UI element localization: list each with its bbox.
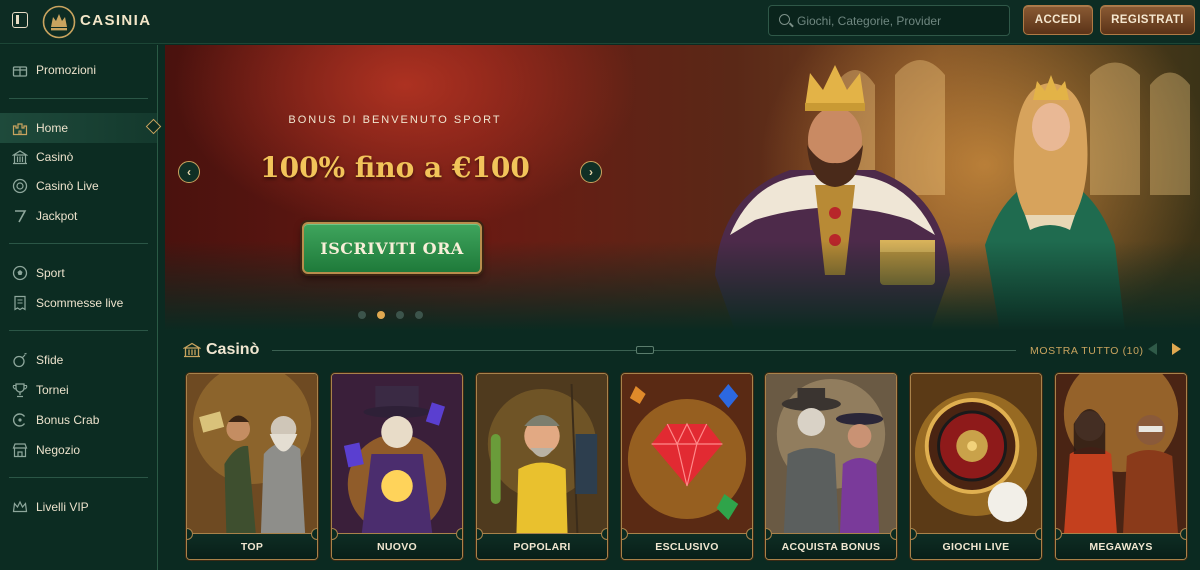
casino-building-icon xyxy=(183,342,201,358)
signup-cta-button[interactable]: ISCRIVITI ORA xyxy=(302,222,482,274)
search-input[interactable] xyxy=(797,12,1002,30)
magician-art xyxy=(332,374,462,535)
castle-icon xyxy=(12,123,28,136)
hero-next-arrow-icon[interactable]: › xyxy=(580,161,602,183)
category-tile-top[interactable]: TOP xyxy=(186,373,318,560)
sidebar-item-label: Scommesse live xyxy=(36,296,124,310)
tile-label: TOP xyxy=(187,528,317,559)
tile-label: MEGAWAYS xyxy=(1056,528,1186,559)
soccer-ball-icon xyxy=(12,265,28,281)
sidebar-item-livelli-vip[interactable]: Livelli VIP xyxy=(0,492,157,522)
sidebar-item-tornei[interactable]: Tornei xyxy=(0,375,157,405)
sidebar-item-label: Livelli VIP xyxy=(36,500,89,514)
sidebar-item-sport[interactable]: Sport xyxy=(0,258,157,288)
sidebar-item-label: Home xyxy=(36,121,69,135)
sidebar-item-label: Bonus Crab xyxy=(36,413,100,427)
slot-seven-icon xyxy=(15,210,27,223)
search-box[interactable] xyxy=(768,5,1010,36)
sidebar-item-promozioni[interactable]: Promozioni xyxy=(0,55,157,85)
sidebar-item-casino-live[interactable]: Casinò Live xyxy=(0,171,157,201)
fisherman-art xyxy=(477,374,607,535)
megaways-characters-art xyxy=(1056,374,1186,535)
category-tile-esclusivo[interactable]: ESCLUSIVO xyxy=(621,373,753,560)
challenge-bomb-icon xyxy=(13,352,27,368)
sidebar-item-label: Jackpot xyxy=(36,209,78,223)
tile-label: ESCLUSIVO xyxy=(622,528,752,559)
crab-claw-icon xyxy=(13,413,26,427)
tile-label: POPOLARI xyxy=(477,528,607,559)
section-divider-ornament xyxy=(636,346,654,354)
carousel-dot[interactable] xyxy=(358,311,366,319)
sidebar-item-label: Sport xyxy=(36,266,65,280)
sidebar-item-home[interactable]: Home xyxy=(0,113,157,143)
poker-chip-icon xyxy=(12,178,28,194)
sidebar-divider xyxy=(9,98,148,99)
sidebar-item-label: Tornei xyxy=(36,383,69,397)
tile-label: NUOVO xyxy=(332,528,462,559)
login-button[interactable]: ACCEDI xyxy=(1023,5,1093,35)
shop-icon xyxy=(12,443,28,458)
search-icon xyxy=(779,14,790,25)
carousel-dot[interactable] xyxy=(396,311,404,319)
tile-label: GIOCHI LIVE xyxy=(911,528,1041,559)
outlaws-art xyxy=(766,374,896,535)
section-next-arrow-icon[interactable] xyxy=(1168,341,1184,357)
sidebar-item-label: Casinò xyxy=(36,150,74,164)
roulette-wheel-art xyxy=(911,374,1041,535)
hero-banner[interactable]: BONUS DI BENVENUTO SPORT 100% fino a €10… xyxy=(165,45,1200,331)
sidebar-item-negozio[interactable]: Negozio xyxy=(0,435,157,465)
sidebar-divider xyxy=(9,477,148,478)
sidebar-item-sfide[interactable]: Sfide xyxy=(0,345,157,375)
gift-box-icon xyxy=(12,66,28,77)
show-all-link[interactable]: MOSTRA TUTTO (10) xyxy=(1030,345,1144,357)
carousel-dots xyxy=(358,311,423,319)
register-button[interactable]: REGISTRATI xyxy=(1100,5,1195,35)
sidebar-item-bonus-crab[interactable]: Bonus Crab xyxy=(0,405,157,435)
sidebar-item-scommesse-live[interactable]: Scommesse live xyxy=(0,288,157,318)
casino-building-icon xyxy=(12,150,28,165)
section-title-casino: Casinò xyxy=(206,341,260,358)
adventurer-and-zeus-art xyxy=(187,374,317,535)
brand-name[interactable]: CASINIA xyxy=(80,12,151,29)
sidebar-item-label: Sfide xyxy=(36,353,64,367)
category-tile-nuovo[interactable]: NUOVO xyxy=(331,373,463,560)
sidebar-item-label: Negozio xyxy=(36,443,81,457)
crown-icon xyxy=(12,500,28,513)
sidebar: Promozioni Home Casinò Casinò Live Jackp… xyxy=(0,45,158,570)
sidebar-divider xyxy=(9,330,148,331)
category-tile-giochi-live[interactable]: GIOCHI LIVE xyxy=(910,373,1042,560)
sidebar-toggle-icon[interactable] xyxy=(12,12,28,28)
sidebar-item-casino[interactable]: Casinò xyxy=(0,142,157,172)
ruby-gem-art xyxy=(622,374,752,535)
category-tile-popolari[interactable]: POPOLARI xyxy=(476,373,608,560)
sidebar-item-jackpot[interactable]: Jackpot xyxy=(0,201,157,231)
sidebar-divider xyxy=(9,243,148,244)
category-tile-acquista-bonus[interactable]: ACQUISTA BONUS xyxy=(765,373,897,560)
hero-prev-arrow-icon[interactable]: ‹ xyxy=(178,161,200,183)
top-bar: CASINIA ACCEDI REGISTRATI xyxy=(0,0,1200,44)
tile-label: ACQUISTA BONUS xyxy=(766,528,896,559)
sidebar-item-label: Promozioni xyxy=(36,63,97,77)
category-tile-megaways[interactable]: MEGAWAYS xyxy=(1055,373,1187,560)
trophy-icon xyxy=(12,383,28,398)
hero-kicker: BONUS DI BENVENUTO SPORT xyxy=(288,114,502,126)
carousel-dot-active[interactable] xyxy=(377,311,385,319)
live-bet-ticket-icon xyxy=(14,295,26,311)
hero-title: 100% fino a €100 xyxy=(260,151,530,184)
sidebar-item-label: Casinò Live xyxy=(36,179,99,193)
section-prev-arrow-icon[interactable] xyxy=(1145,341,1161,357)
casinia-logo-icon[interactable] xyxy=(42,5,76,39)
carousel-dot[interactable] xyxy=(415,311,423,319)
